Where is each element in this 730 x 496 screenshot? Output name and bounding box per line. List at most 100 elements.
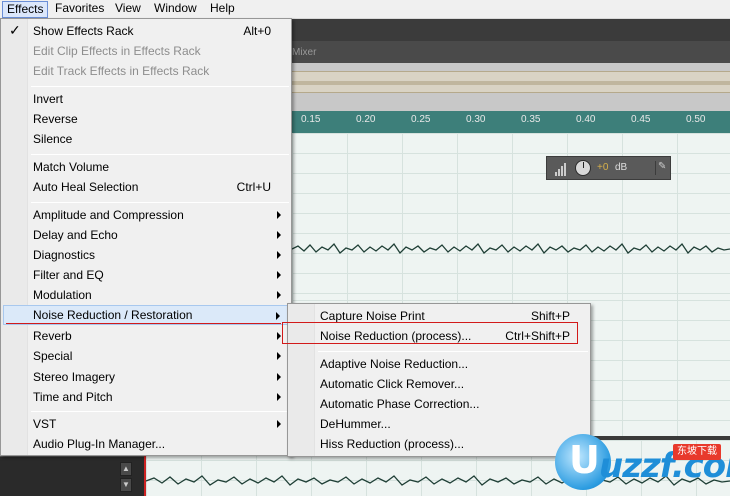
menu-item-hiss-reduction[interactable]: Hiss Reduction (process)... (290, 434, 588, 454)
submenu-arrow-icon (277, 291, 281, 299)
menu-item-delay-echo[interactable]: Delay and Echo (3, 225, 289, 245)
menu-item-adaptive-noise-reduction[interactable]: Adaptive Noise Reduction... (290, 354, 588, 374)
menu-item-edit-track-effects[interactable]: Edit Track Effects in Effects Rack (3, 61, 289, 81)
submenu-arrow-icon (277, 373, 281, 381)
ruler-label: 0.20 (356, 114, 376, 125)
menu-item-label: Show Effects Rack (33, 24, 134, 38)
menu-item-label: Special (33, 349, 73, 363)
menu-item-dehummer[interactable]: DeHummer... (290, 414, 588, 434)
menu-item-auto-heal[interactable]: Auto Heal Selection Ctrl+U (3, 177, 289, 197)
menu-item-label: VST (33, 417, 57, 431)
submenu-arrow-icon (277, 332, 281, 340)
volume-hud[interactable]: +0 dB ✎ (546, 156, 671, 180)
menu-separator (31, 202, 289, 203)
tab-mixer[interactable]: Mixer (292, 47, 316, 58)
menu-item-edit-clip-effects[interactable]: Edit Clip Effects in Effects Rack (3, 41, 289, 61)
menu-item-noise-reduction[interactable]: Noise Reduction / Restoration (3, 305, 289, 325)
toolbar-strip (292, 19, 730, 41)
menu-item-reverb[interactable]: Reverb (3, 326, 289, 346)
ruler-label: 0.35 (521, 114, 541, 125)
annotation-underline (6, 323, 281, 324)
menu-item-special[interactable]: Special (3, 346, 289, 366)
menu-item-stereo-imagery[interactable]: Stereo Imagery (3, 367, 289, 387)
checkmark-icon: ✓ (9, 22, 21, 38)
menu-separator (31, 154, 289, 155)
annotation-highlight-box (282, 322, 578, 344)
menu-item-label: Silence (33, 132, 73, 146)
pin-icon[interactable]: ✎ (655, 161, 667, 175)
menu-item-plugin-manager[interactable]: Audio Plug-In Manager... (3, 434, 289, 454)
ruler-label: 0.25 (411, 114, 431, 125)
menu-item-shortcut: Ctrl+U (236, 180, 271, 194)
watermark-u: U (569, 438, 600, 482)
volume-knob[interactable] (575, 160, 591, 176)
panel-tab-bar (292, 41, 730, 63)
scroll-up-icon[interactable]: ▲ (120, 462, 132, 476)
menu-window[interactable]: Window (150, 1, 201, 18)
menu-item-label: Reverse (33, 112, 78, 126)
level-bars-icon (555, 163, 566, 176)
menu-item-amplitude-compression[interactable]: Amplitude and Compression (3, 205, 289, 225)
overview-band-inner (292, 81, 730, 85)
menu-item-match-volume[interactable]: Match Volume (3, 157, 289, 177)
menu-item-label: Amplitude and Compression (33, 208, 184, 222)
volume-value[interactable]: +0 (597, 162, 608, 173)
menu-item-shortcut: Shift+P (530, 309, 570, 323)
menu-item-time-pitch[interactable]: Time and Pitch (3, 387, 289, 407)
menu-item-label: Automatic Phase Correction... (320, 397, 480, 411)
menu-item-label: Auto Heal Selection (33, 180, 139, 194)
submenu-arrow-icon (276, 312, 280, 320)
submenu-arrow-icon (277, 231, 281, 239)
menu-item-label: Capture Noise Print (320, 309, 425, 323)
ruler-label: 0.40 (576, 114, 596, 125)
submenu-arrow-icon (277, 352, 281, 360)
menu-item-label: Delay and Echo (33, 228, 118, 242)
menu-favorites[interactable]: Favorites (51, 1, 108, 18)
menu-item-show-effects-rack[interactable]: ✓ Show Effects Rack Alt+0 (3, 21, 289, 41)
menu-item-label: Stereo Imagery (33, 370, 116, 384)
menu-item-label: Edit Track Effects in Effects Rack (33, 64, 210, 78)
menu-separator (318, 351, 588, 352)
waveform-channel-1 (292, 242, 730, 255)
menu-effects[interactable]: Effects (2, 1, 49, 18)
menu-item-label: Hiss Reduction (process)... (320, 437, 465, 451)
menu-item-reverse[interactable]: Reverse (3, 109, 289, 129)
menu-item-automatic-phase-correction[interactable]: Automatic Phase Correction... (290, 394, 588, 414)
menu-help[interactable]: Help (206, 1, 239, 18)
menu-item-diagnostics[interactable]: Diagnostics (3, 245, 289, 265)
playhead-marker (144, 456, 146, 496)
submenu-arrow-icon (277, 393, 281, 401)
menu-bar: Effects Favorites View Window Help (0, 0, 730, 19)
menu-item-filter-eq[interactable]: Filter and EQ (3, 265, 289, 285)
watermark-logo: U uzzf.com 东坡下载 (555, 432, 730, 492)
menu-item-automatic-click-remover[interactable]: Automatic Click Remover... (290, 374, 588, 394)
menu-view[interactable]: View (111, 1, 145, 18)
menu-item-label: Modulation (33, 288, 92, 302)
menu-item-label: Diagnostics (33, 248, 96, 262)
menu-item-invert[interactable]: Invert (3, 89, 289, 109)
menu-item-label: Edit Clip Effects in Effects Rack (33, 44, 201, 58)
submenu-arrow-icon (277, 251, 281, 259)
menu-item-label: Adaptive Noise Reduction... (320, 357, 469, 371)
menu-item-silence[interactable]: Silence (3, 129, 289, 149)
menu-item-label: DeHummer... (320, 417, 391, 431)
menu-item-label: Invert (33, 92, 64, 106)
ruler-label: 0.30 (466, 114, 486, 125)
submenu-arrow-icon (277, 420, 281, 428)
menu-item-label: Filter and EQ (33, 268, 104, 282)
scroll-down-icon[interactable]: ▼ (120, 478, 132, 492)
menu-item-label: Match Volume (33, 160, 110, 174)
menu-item-shortcut: Alt+0 (243, 24, 271, 38)
menu-item-label: Time and Pitch (33, 390, 113, 404)
ruler-label: 0.15 (301, 114, 321, 125)
ruler-label: 0.45 (631, 114, 651, 125)
ruler-label: 0.50 (686, 114, 706, 125)
submenu-arrow-icon (277, 211, 281, 219)
menu-item-modulation[interactable]: Modulation (3, 285, 289, 305)
menu-item-label: Reverb (33, 329, 72, 343)
effects-menu: ✓ Show Effects Rack Alt+0 Edit Clip Effe… (0, 18, 292, 456)
submenu-arrow-icon (277, 271, 281, 279)
menu-separator (31, 411, 289, 412)
menu-item-vst[interactable]: VST (3, 414, 289, 434)
menu-item-label: Automatic Click Remover... (320, 377, 465, 391)
